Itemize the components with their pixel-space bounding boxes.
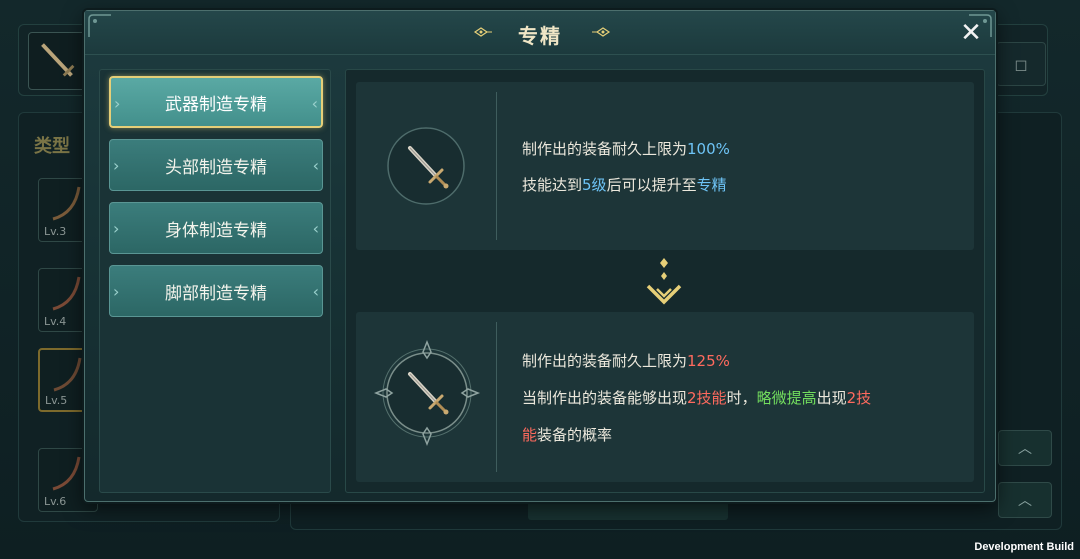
tab-weapon-crafting[interactable]: › 武器制造专精 ‹ xyxy=(109,76,323,128)
background-weapon-slot xyxy=(28,32,86,90)
current-durability-text: 制作出的装备耐久上限为100% xyxy=(522,140,730,158)
chevron-right-icon: › xyxy=(113,156,120,175)
tab-label: 身体制造专精 xyxy=(165,220,267,241)
background-options-icon[interactable]: ◻ xyxy=(996,42,1046,86)
upgraded-durability-value: 125% xyxy=(687,352,730,370)
sword-emblem-ornate-icon xyxy=(373,339,481,447)
modal-title: 专精 xyxy=(518,24,562,48)
required-level: 5级 xyxy=(582,176,607,194)
background-chevron-up-icon[interactable]: ︿ xyxy=(998,482,1052,518)
chevron-left-icon: ‹ xyxy=(312,219,319,238)
tab-foot-crafting[interactable]: › 脚部制造专精 ‹ xyxy=(109,265,323,317)
upgraded-skill-chance-text-cont: 能装备的概率 xyxy=(522,426,613,444)
close-icon[interactable]: ✕ xyxy=(957,19,985,47)
tab-label: 武器制造专精 xyxy=(165,94,267,115)
chevron-left-icon: ‹ xyxy=(311,94,318,113)
specialization-detail-panel: 制作出的装备耐久上限为100% 技能达到5级后可以提升至专精 制作出的装备耐久上… xyxy=(345,69,985,493)
card-divider xyxy=(496,92,497,240)
development-build-label: Development Build xyxy=(974,541,1074,553)
chevron-right-icon: › xyxy=(113,219,120,238)
upgraded-skill-chance-text: 当制作出的装备能够出现2技能时，略微提高出现2技 xyxy=(522,389,872,407)
durability-value: 100% xyxy=(687,140,730,158)
chevron-right-icon: › xyxy=(113,282,120,301)
arrow-down-icon xyxy=(646,258,682,305)
specialization-keyword: 专精 xyxy=(696,176,727,194)
background-bottom-button[interactable] xyxy=(528,500,728,520)
modal-header: 专精 ✕ xyxy=(85,11,995,55)
current-effect-card: 制作出的装备耐久上限为100% 技能达到5级后可以提升至专精 xyxy=(356,82,974,250)
background-chevron-up-icon[interactable]: ︿ xyxy=(998,430,1052,466)
card-divider xyxy=(496,322,497,472)
upgraded-durability-text: 制作出的装备耐久上限为125% xyxy=(522,352,730,370)
background-type-label: 类型 xyxy=(34,136,70,157)
chevron-left-icon: ‹ xyxy=(312,156,319,175)
sword-icon xyxy=(41,43,75,77)
specialization-tab-list: › 武器制造专精 ‹ › 头部制造专精 ‹ › 身体制造专精 ‹ › 脚部制造专… xyxy=(99,69,331,493)
chevron-left-icon: ‹ xyxy=(312,282,319,301)
tab-label: 脚部制造专精 xyxy=(165,283,267,304)
upgrade-requirement-text: 技能达到5级后可以提升至专精 xyxy=(522,176,727,194)
upgraded-effect-card: 制作出的装备耐久上限为125% 当制作出的装备能够出现2技能时，略微提高出现2技… xyxy=(356,312,974,482)
tab-head-crafting[interactable]: › 头部制造专精 ‹ xyxy=(109,139,323,191)
title-ornament-icon xyxy=(592,27,611,37)
chevron-right-icon: › xyxy=(114,94,121,113)
sword-emblem-icon xyxy=(387,127,465,205)
tab-body-crafting[interactable]: › 身体制造专精 ‹ xyxy=(109,202,323,254)
specialization-modal: 专精 ✕ › 武器制造专精 ‹ › 头部制造专精 ‹ › 身体制造专精 ‹ › … xyxy=(84,10,996,502)
tab-label: 头部制造专精 xyxy=(165,157,267,178)
